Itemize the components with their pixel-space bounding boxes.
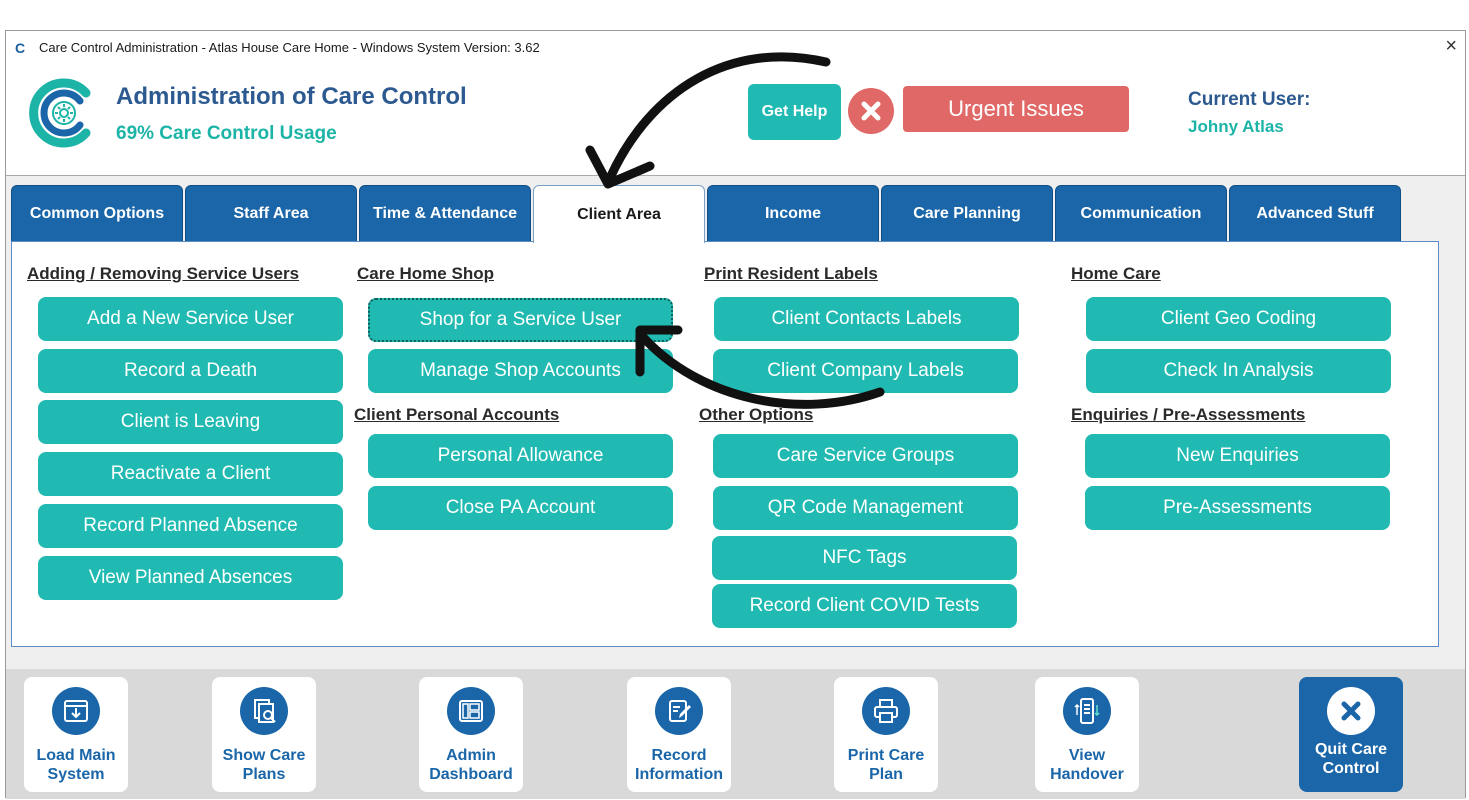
bottom-label-line2: Dashboard <box>429 766 513 783</box>
section-heading-adding-removing: Adding / Removing Service Users <box>27 264 300 283</box>
current-user-label: Current User: <box>1188 89 1311 110</box>
get-help-button[interactable]: Get Help <box>748 84 841 140</box>
window-title: Care Control Administration - Atlas Hous… <box>39 40 540 55</box>
section-heading-print-labels: Print Resident Labels <box>704 264 878 283</box>
bottom-label-line1: Print Care <box>847 747 925 764</box>
qr-code-management-button[interactable]: QR Code Management <box>713 486 1018 530</box>
urgent-issues-button[interactable]: Urgent Issues <box>903 86 1129 132</box>
record-covid-tests-button[interactable]: Record Client COVID Tests <box>712 584 1017 628</box>
bottom-toolbar: Load Main System Show Care Plans Admin Dash… <box>6 669 1465 799</box>
manage-shop-accounts-button[interactable]: Manage Shop Accounts <box>368 349 673 393</box>
section-heading-home-care: Home Care <box>1071 264 1161 283</box>
bottom-label-line1: Admin <box>446 747 496 764</box>
page-title: Administration of Care Control <box>116 83 467 110</box>
reactivate-client-button[interactable]: Reactivate a Client <box>38 452 343 496</box>
tab-income[interactable]: Income <box>707 185 879 242</box>
load-main-system-button[interactable]: Load Main System <box>24 677 128 792</box>
tab-client-area[interactable]: Client Area <box>533 185 705 243</box>
close-icon <box>861 101 881 121</box>
dashboard-icon <box>447 687 495 735</box>
tab-time-attendance[interactable]: Time & Attendance <box>359 185 531 242</box>
app-logo-icon: C <box>15 40 26 56</box>
nfc-tags-button[interactable]: NFC Tags <box>712 536 1017 580</box>
close-circle-icon <box>1327 687 1375 735</box>
check-in-analysis-button[interactable]: Check In Analysis <box>1086 349 1391 393</box>
current-user-name: Johny Atlas <box>1188 117 1284 136</box>
section-heading-other-options: Other Options <box>699 405 814 424</box>
bottom-label-line2: System <box>47 766 105 783</box>
bottom-label-line2: Handover <box>1050 766 1124 783</box>
print-care-plan-button[interactable]: Print Care Plan <box>834 677 938 792</box>
tab-advanced-stuff[interactable]: Advanced Stuff <box>1229 185 1401 242</box>
care-control-logo-icon <box>29 78 91 148</box>
tab-communication[interactable]: Communication <box>1055 185 1227 242</box>
new-enquiries-button[interactable]: New Enquiries <box>1085 434 1390 478</box>
download-icon <box>52 687 100 735</box>
pre-assessments-button[interactable]: Pre-Assessments <box>1085 486 1390 530</box>
client-company-labels-button[interactable]: Client Company Labels <box>713 349 1018 393</box>
bottom-label-line1: Quit Care <box>1314 741 1387 758</box>
admin-dashboard-button[interactable]: Admin Dashboard <box>419 677 523 792</box>
tab-care-planning[interactable]: Care Planning <box>881 185 1053 242</box>
section-heading-enquiries: Enquiries / Pre-Assessments <box>1071 405 1306 424</box>
personal-allowance-button[interactable]: Personal Allowance <box>368 434 673 478</box>
care-service-groups-button[interactable]: Care Service Groups <box>713 434 1018 478</box>
header: Administration of Care Control 69% Care … <box>6 67 1465 176</box>
client-leaving-button[interactable]: Client is Leaving <box>38 400 343 444</box>
record-planned-absence-button[interactable]: Record Planned Absence <box>38 504 343 548</box>
record-death-button[interactable]: Record a Death <box>38 349 343 393</box>
client-area-panel: Adding / Removing Service Users Add a Ne… <box>11 241 1439 647</box>
window-close-button[interactable]: × <box>1445 35 1457 58</box>
section-heading-care-home-shop: Care Home Shop <box>357 264 494 283</box>
bottom-label-line2: Control <box>1322 760 1380 777</box>
bottom-label-line1: Show Care <box>222 747 306 764</box>
bottom-label-line2: Plan <box>869 766 903 783</box>
shop-for-service-user-button[interactable]: Shop for a Service User <box>368 298 673 342</box>
show-care-plans-button[interactable]: Show Care Plans <box>212 677 316 792</box>
tab-staff-area[interactable]: Staff Area <box>185 185 357 242</box>
care-plans-search-icon <box>240 687 288 735</box>
edit-document-icon <box>655 687 703 735</box>
dismiss-urgent-button[interactable] <box>848 88 894 134</box>
quit-care-control-button[interactable]: Quit Care Control <box>1299 677 1403 792</box>
add-new-service-user-button[interactable]: Add a New Service User <box>38 297 343 341</box>
view-planned-absences-button[interactable]: View Planned Absences <box>38 556 343 600</box>
handover-icon <box>1063 687 1111 735</box>
bottom-label-line1: Record <box>651 747 707 764</box>
usage-text: 69% Care Control Usage <box>116 123 337 144</box>
client-geo-coding-button[interactable]: Client Geo Coding <box>1086 297 1391 341</box>
printer-icon <box>862 687 910 735</box>
app-window: C Care Control Administration - Atlas Ho… <box>5 30 1466 799</box>
tab-common-options[interactable]: Common Options <box>11 185 183 242</box>
bottom-label-line2: Information <box>635 766 723 783</box>
bottom-label-line1: View <box>1068 747 1106 764</box>
close-pa-account-button[interactable]: Close PA Account <box>368 486 673 530</box>
section-heading-personal-accounts: Client Personal Accounts <box>354 405 560 424</box>
title-bar: C Care Control Administration - Atlas Ho… <box>6 31 1465 67</box>
view-handover-button[interactable]: View Handover <box>1035 677 1139 792</box>
bottom-label-line2: Plans <box>242 766 286 783</box>
client-contacts-labels-button[interactable]: Client Contacts Labels <box>714 297 1019 341</box>
record-information-button[interactable]: Record Information <box>627 677 731 792</box>
bottom-label-line1: Load Main <box>36 747 116 764</box>
